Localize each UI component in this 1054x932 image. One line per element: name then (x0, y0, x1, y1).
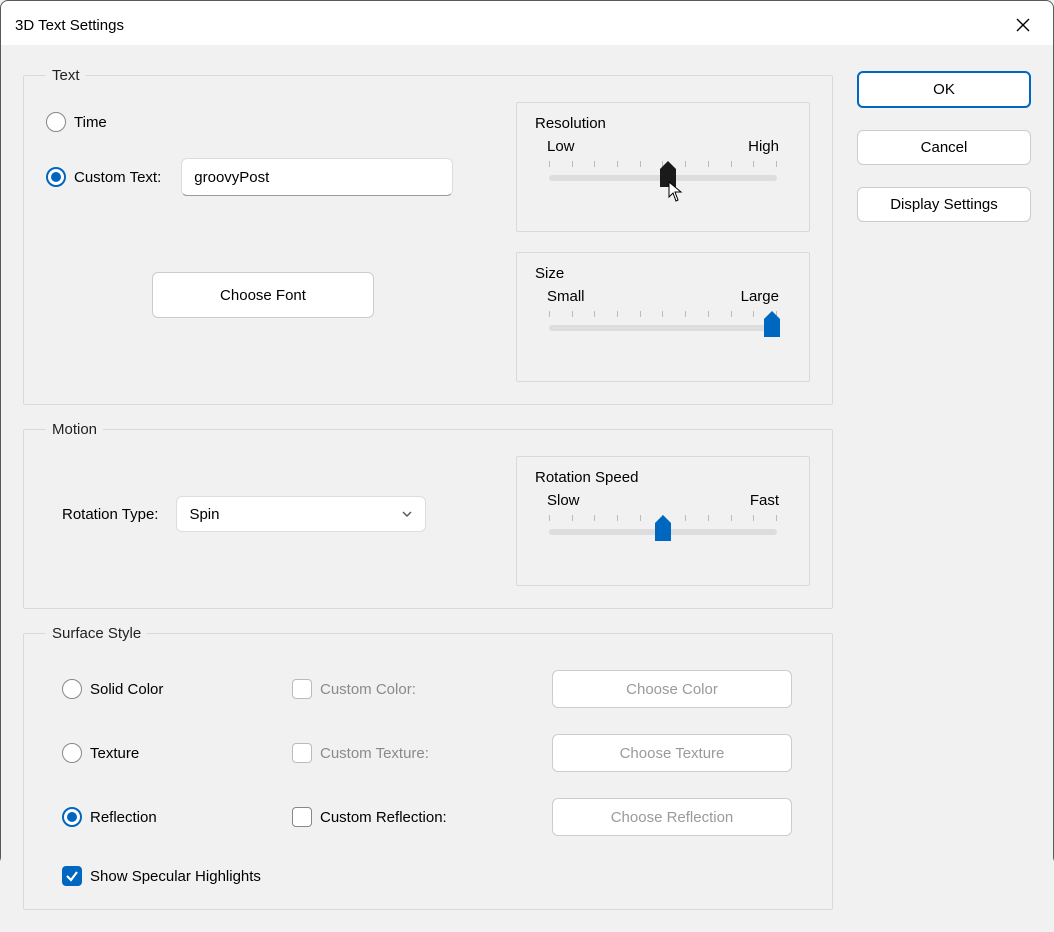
rotation-speed-slider-group: Rotation Speed Slow Fast (516, 456, 810, 586)
solid-color-label: Solid Color (90, 681, 163, 698)
choose-reflection-button[interactable]: Choose Reflection (552, 798, 792, 836)
custom-text-radio-label: Custom Text: (74, 169, 161, 186)
slider-ticks (549, 311, 777, 319)
surface-style-fieldset: Surface Style Solid Color Custom Color: … (23, 625, 833, 910)
rotation-speed-slider-thumb[interactable] (655, 515, 671, 541)
rotation-speed-title: Rotation Speed (535, 469, 791, 486)
custom-texture-label: Custom Texture: (320, 745, 429, 762)
custom-texture-checkbox[interactable]: Custom Texture: (292, 743, 552, 763)
side-buttons: OK Cancel Display Settings (857, 67, 1031, 910)
radio-icon (62, 807, 82, 827)
rotation-type-label: Rotation Type: (46, 506, 158, 523)
choose-color-button[interactable]: Choose Color (552, 670, 792, 708)
text-fieldset: Text Time Custom Text: (23, 67, 833, 405)
texture-radio[interactable]: Texture (62, 743, 292, 763)
checkbox-icon (292, 743, 312, 763)
close-icon (1015, 17, 1031, 33)
custom-text-radio[interactable]: Custom Text: (46, 167, 161, 187)
content-area: Text Time Custom Text: (1, 45, 1053, 932)
resolution-high-label: High (748, 138, 779, 155)
time-radio-label: Time (74, 114, 107, 131)
size-title: Size (535, 265, 791, 282)
specular-checkbox[interactable]: Show Specular Highlights (62, 866, 261, 886)
rotation-speed-slider[interactable] (549, 521, 777, 549)
custom-reflection-checkbox[interactable]: Custom Reflection: (292, 807, 552, 827)
reflection-label: Reflection (90, 809, 157, 826)
window-title: 3D Text Settings (15, 17, 124, 34)
texture-label: Texture (90, 745, 139, 762)
ok-button[interactable]: OK (857, 71, 1031, 108)
resolution-title: Resolution (535, 115, 791, 132)
custom-reflection-label: Custom Reflection: (320, 809, 447, 826)
text-legend: Text (46, 67, 86, 84)
size-slider-thumb[interactable] (764, 311, 780, 337)
rotation-slow-label: Slow (547, 492, 580, 509)
time-radio[interactable]: Time (46, 112, 496, 132)
resolution-low-label: Low (547, 138, 575, 155)
surface-legend: Surface Style (46, 625, 147, 642)
resolution-slider[interactable] (549, 167, 777, 195)
rotation-type-value: Spin (189, 506, 219, 523)
size-small-label: Small (547, 288, 585, 305)
checkbox-icon (292, 807, 312, 827)
custom-color-label: Custom Color: (320, 681, 416, 698)
display-settings-button[interactable]: Display Settings (857, 187, 1031, 222)
solid-color-radio[interactable]: Solid Color (62, 679, 292, 699)
choose-font-button[interactable]: Choose Font (152, 272, 374, 318)
motion-fieldset: Motion Rotation Type: Spin Rotation Spee… (23, 421, 833, 609)
specular-label: Show Specular Highlights (90, 868, 261, 885)
size-slider[interactable] (549, 317, 777, 345)
rotation-fast-label: Fast (750, 492, 779, 509)
radio-icon (46, 167, 66, 187)
resolution-slider-group: Resolution Low High (516, 102, 810, 232)
checkbox-icon (62, 866, 82, 886)
radio-icon (46, 112, 66, 132)
size-slider-group: Size Small Large (516, 252, 810, 382)
custom-color-checkbox[interactable]: Custom Color: (292, 679, 552, 699)
chevron-down-icon (401, 508, 413, 520)
rotation-type-select[interactable]: Spin (176, 496, 426, 532)
close-button[interactable] (1007, 9, 1039, 41)
main-column: Text Time Custom Text: (23, 67, 833, 910)
settings-window: 3D Text Settings Text Time (0, 0, 1054, 865)
size-large-label: Large (741, 288, 779, 305)
radio-icon (62, 743, 82, 763)
motion-legend: Motion (46, 421, 103, 438)
titlebar: 3D Text Settings (1, 1, 1053, 45)
choose-texture-button[interactable]: Choose Texture (552, 734, 792, 772)
checkbox-icon (292, 679, 312, 699)
slider-track (549, 325, 777, 331)
cancel-button[interactable]: Cancel (857, 130, 1031, 165)
resolution-slider-thumb[interactable] (660, 161, 676, 187)
radio-icon (62, 679, 82, 699)
custom-text-input[interactable] (181, 158, 453, 196)
reflection-radio[interactable]: Reflection (62, 807, 292, 827)
